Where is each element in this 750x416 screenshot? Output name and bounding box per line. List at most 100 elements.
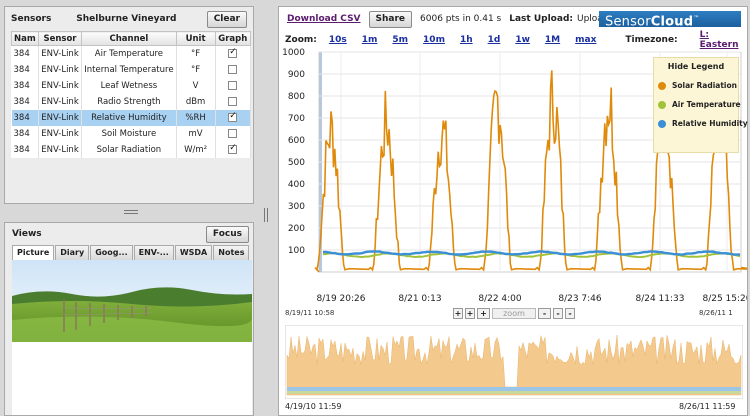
download-csv-link[interactable]: Download CSV: [287, 14, 361, 24]
zoom-out-small-button[interactable]: -: [553, 307, 563, 319]
column-header[interactable]: Graph: [214, 31, 252, 46]
x-tick-label: 8/25 15:20: [702, 294, 747, 304]
chart-panel: Download CSV Share 6006 pts in 0.41 s La…: [278, 6, 748, 416]
sensor-cell-unit: °F: [176, 61, 216, 78]
sensor-cell-unit: mV: [176, 125, 216, 142]
sensor-cell-channel: Soil Moisture: [81, 125, 177, 142]
sensor-cell-id: 384: [11, 61, 39, 78]
y-tick-label: 600: [288, 136, 305, 146]
zoom-option-link[interactable]: 5m: [392, 35, 408, 45]
x-tick-label: 8/21 0:13: [398, 294, 441, 304]
vertical-splitter-handle[interactable]: [264, 208, 268, 222]
column-header[interactable]: Nam: [11, 31, 39, 46]
graph-checkbox[interactable]: [228, 128, 238, 138]
sensor-row[interactable]: 384 ENV-Link Radio Strength dBm: [11, 93, 252, 110]
legend-label: Relative Humidity: [672, 119, 748, 128]
sensor-row[interactable]: 384 ENV-Link Internal Temperature °F: [11, 61, 252, 78]
zoom-readout: zoom: [492, 307, 536, 319]
x-tick-label: 8/24 11:33: [635, 294, 684, 304]
sensorcloud-logo: SensorCloud™: [599, 11, 741, 29]
sensor-cell-channel: Air Temperature: [81, 45, 177, 62]
sensor-row[interactable]: 384 ENV-Link Relative Humidity %RH: [11, 109, 252, 126]
graph-checkbox[interactable]: [228, 47, 238, 58]
sensor-cell-sensor: ENV-Link: [38, 109, 83, 126]
zoom-option-link[interactable]: 10s: [329, 35, 347, 45]
zoom-option-link[interactable]: 1w: [515, 35, 530, 45]
sensor-cell-sensor: ENV-Link: [38, 45, 83, 62]
sensor-cell-unit: %RH: [176, 109, 216, 126]
clear-button[interactable]: Clear: [206, 10, 247, 28]
zoom-option-link[interactable]: 1h: [460, 35, 473, 45]
zoom-option-link[interactable]: 10m: [423, 35, 445, 45]
sensors-header: Sensors Shelburne Vineyard Clear: [5, 7, 253, 31]
y-tick-label: 700: [288, 114, 305, 124]
sensor-cell-id: 384: [11, 125, 39, 142]
sensor-cell-channel: Relative Humidity: [81, 109, 177, 126]
legend-item[interactable]: Solar Radiation: [658, 81, 738, 90]
y-tick-label: 400: [288, 180, 305, 190]
share-button[interactable]: Share: [368, 10, 413, 28]
views-tabs: Picture Diary Goog... ENV-... WSDA Notes: [12, 245, 252, 260]
legend-item[interactable]: Air Temperature: [658, 100, 741, 109]
legend-label: Air Temperature: [672, 100, 741, 109]
zoom-out-button[interactable]: -: [538, 307, 551, 319]
overview-chart[interactable]: [285, 325, 743, 399]
legend-item[interactable]: Relative Humidity: [658, 119, 748, 128]
graph-checkbox[interactable]: [228, 143, 238, 154]
graph-checkbox[interactable]: [228, 111, 238, 122]
zoom-option-link[interactable]: 1m: [362, 35, 378, 45]
legend-swatch: [658, 100, 666, 109]
zoom-far-in-button[interactable]: +: [453, 307, 463, 319]
last-upload-label: Last Upload:: [509, 14, 573, 24]
views-tab[interactable]: WSDA: [174, 245, 213, 260]
graph-cell: [215, 125, 252, 142]
zoom-in-button[interactable]: +: [477, 307, 490, 319]
sensor-cell-sensor: ENV-Link: [38, 141, 83, 158]
views-tab[interactable]: ENV-...: [133, 245, 174, 260]
views-tab[interactable]: Notes: [213, 245, 250, 260]
zoom-option-link[interactable]: max: [575, 35, 596, 45]
horizontal-splitter-handle[interactable]: [124, 210, 138, 214]
sensor-row[interactable]: 384 ENV-Link Air Temperature °F: [11, 45, 252, 62]
vineyard-picture: [12, 260, 252, 415]
sensor-row[interactable]: 384 ENV-Link Solar Radiation W/m²: [11, 141, 252, 158]
sensor-cell-unit: °F: [176, 45, 216, 62]
column-header[interactable]: Channel: [81, 31, 177, 46]
focus-button[interactable]: Focus: [205, 225, 249, 243]
y-tick-label: 1000: [282, 48, 305, 58]
views-tab[interactable]: Goog...: [90, 245, 133, 260]
sensor-cell-id: 384: [11, 45, 39, 62]
views-tab[interactable]: Diary: [55, 245, 90, 260]
overview-start-label: 4/19/10 11:59: [285, 402, 342, 411]
chart-legend: Hide Legend Solar Radiation Air Temperatu…: [653, 57, 748, 153]
sensor-cell-channel: Leaf Wetness: [81, 77, 177, 94]
graph-cell: [215, 45, 252, 62]
zoom-far-out-button[interactable]: -: [565, 307, 575, 319]
zoom-label: Zoom:: [285, 35, 317, 45]
graph-cell: [215, 93, 252, 110]
sensor-cell-sensor: ENV-Link: [38, 93, 83, 110]
graph-cell: [215, 61, 252, 78]
sensor-cell-id: 384: [11, 77, 39, 94]
hide-legend-button[interactable]: Hide Legend: [654, 58, 738, 71]
graph-checkbox[interactable]: [228, 64, 238, 74]
zoom-option-link[interactable]: 1M: [545, 35, 560, 45]
column-header[interactable]: Sensor: [37, 31, 83, 46]
column-header[interactable]: Unit: [175, 31, 216, 46]
zoom-option-link[interactable]: 1d: [488, 35, 501, 45]
zoom-in-small-button[interactable]: +: [465, 307, 475, 319]
sensor-cell-channel: Solar Radiation: [81, 141, 177, 158]
overview-humidity-band: [287, 387, 741, 391]
graph-checkbox[interactable]: [228, 96, 238, 106]
views-tab[interactable]: Picture: [12, 245, 55, 260]
sensor-row[interactable]: 384 ENV-Link Leaf Wetness V: [11, 77, 252, 94]
graph-checkbox[interactable]: [228, 80, 238, 90]
y-tick-label: 500: [288, 158, 305, 168]
x-tick-label: 8/22 4:00: [478, 294, 522, 304]
sensor-cell-channel: Radio Strength: [81, 93, 177, 110]
overview-end-label: 8/26/11 11:59: [679, 402, 736, 411]
sensor-row[interactable]: 384 ENV-Link Soil Moisture mV: [11, 125, 252, 142]
sensor-cell-id: 384: [11, 141, 39, 158]
graph-cell: [215, 77, 252, 94]
timezone-label: Timezone:: [625, 35, 678, 45]
